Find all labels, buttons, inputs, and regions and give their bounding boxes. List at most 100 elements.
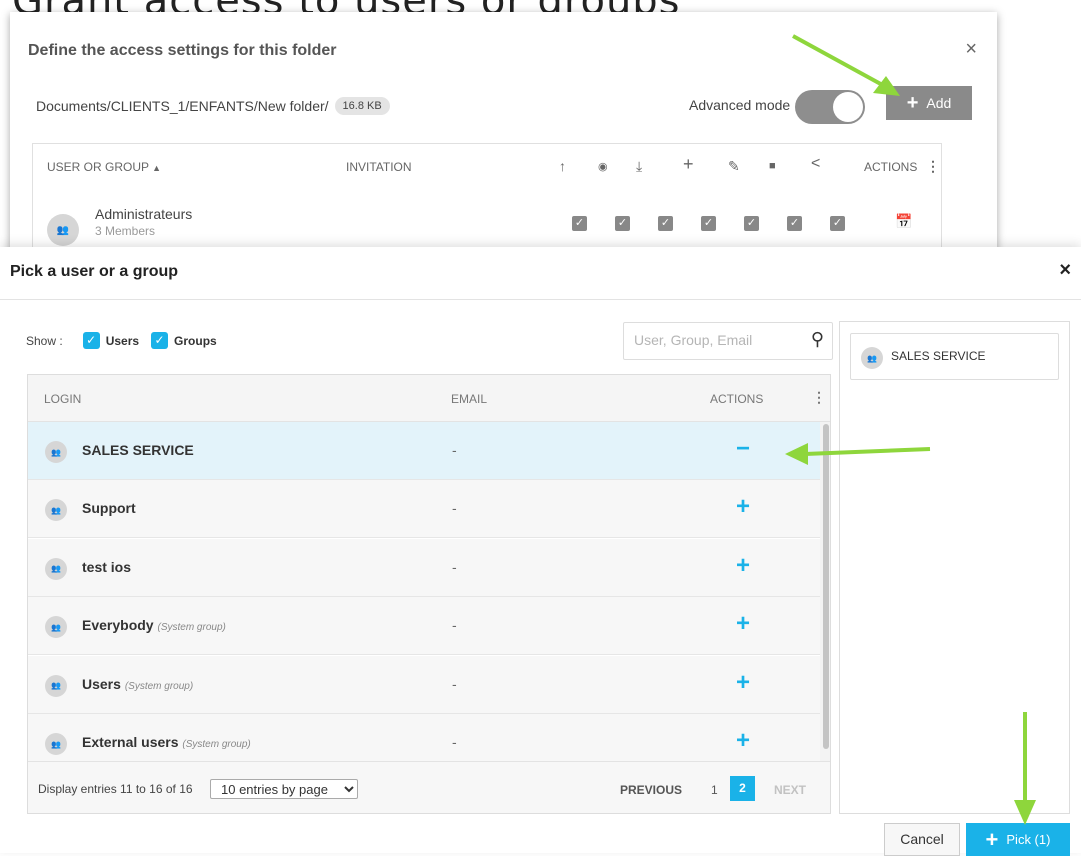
group-icon: 👥 [861, 347, 883, 369]
row-email: - [452, 675, 457, 692]
row-name-label: External users [82, 734, 179, 750]
pick-button[interactable]: + Pick (1) [966, 823, 1070, 856]
toggle-knob [833, 92, 863, 122]
calendar-icon[interactable]: 📅 [895, 213, 912, 230]
plus-icon: + [985, 826, 999, 852]
column-header-user-or-group[interactable]: USER OR GROUP ▲ [47, 160, 161, 174]
groups-checkbox[interactable]: ✓ [151, 332, 169, 349]
group-icon: 👥 [45, 674, 67, 697]
folder-path: Documents/CLIENTS_1/ENFANTS/New folder/ [36, 98, 329, 114]
column-header-actions: ACTIONS [710, 392, 764, 406]
users-filter-label: Users [105, 333, 140, 348]
row-email: - [452, 617, 457, 634]
group-name: Administrateurs [95, 206, 193, 222]
row-email: - [452, 442, 457, 458]
selected-item-label: SALES SERVICE [891, 349, 986, 363]
table-row[interactable]: 👥 SALES SERVICE - − [28, 422, 820, 480]
row-name: test ios [82, 559, 131, 575]
permission-checkbox[interactable]: ✓ [658, 216, 673, 231]
permission-checkbox[interactable]: ✓ [615, 216, 630, 231]
permission-checkbox[interactable]: ✓ [787, 216, 802, 231]
add-button[interactable]: + [734, 726, 752, 756]
column-header-actions: ACTIONS [864, 160, 918, 174]
close-icon[interactable]: × [1059, 259, 1071, 282]
group-icon: 👥 [45, 499, 67, 522]
cancel-button[interactable]: Cancel [884, 823, 960, 856]
group-icon: 👥 [45, 616, 67, 639]
permission-checkbox[interactable]: ✓ [572, 216, 587, 231]
add-button[interactable]: + [734, 551, 752, 581]
entries-info: Display entries 11 to 16 of 16 [38, 782, 193, 796]
advanced-mode-toggle[interactable] [795, 90, 865, 124]
row-name: Support [82, 500, 136, 516]
dialog-title: Pick a user or a group [10, 263, 179, 280]
permission-checkbox[interactable]: ✓ [830, 216, 845, 231]
groups-filter-label: Groups [174, 333, 217, 348]
group-icon: 👥 [45, 557, 67, 580]
row-name-label: Support [82, 500, 136, 517]
size-badge: 16.8 KB [334, 97, 390, 115]
add-button[interactable]: + [734, 609, 752, 639]
row-name-label: Everybody [82, 617, 154, 634]
row-name-label: test ios [82, 558, 132, 575]
column-header-login[interactable]: LOGIN [44, 392, 81, 406]
dialog-header: Pick a user or a group × [0, 247, 1081, 300]
row-tag: (System group) [157, 622, 226, 634]
row-email: - [452, 734, 457, 750]
permission-checkbox[interactable]: ✓ [744, 216, 759, 231]
page-2-button[interactable]: 2 [730, 776, 755, 801]
add-button-label: Add [926, 95, 952, 111]
table-header: LOGIN EMAIL ACTIONS ⋮ [28, 375, 830, 422]
edit-icon: ✎ [728, 158, 740, 174]
advanced-mode-label: Advanced mode [689, 97, 791, 113]
group-icon: 👥 [45, 733, 67, 755]
add-button[interactable]: + [734, 492, 752, 522]
scrollbar[interactable] [820, 422, 830, 762]
users-checkbox[interactable]: ✓ [82, 332, 100, 349]
permission-checkbox[interactable]: ✓ [701, 216, 716, 231]
search-box: ⚲ [623, 322, 833, 360]
view-icon: ◉ [598, 161, 608, 173]
row-name: SALES SERVICE [82, 442, 194, 458]
table-row[interactable]: 👥 Support - + [28, 480, 820, 539]
add-button[interactable]: + Add [886, 86, 972, 120]
share-icon: < [811, 155, 821, 172]
previous-button[interactable]: PREVIOUS [620, 783, 682, 797]
remove-button[interactable]: − [734, 434, 752, 464]
scrollbar-thumb[interactable] [823, 424, 829, 749]
search-icon[interactable]: ⚲ [811, 329, 824, 350]
next-button[interactable]: NEXT [774, 783, 806, 797]
column-label: USER OR GROUP [47, 160, 149, 174]
more-options-icon[interactable]: ⋮ [812, 389, 826, 406]
download-icon: ⤓ [636, 158, 643, 174]
show-label: Show : [26, 333, 63, 348]
page-size-select[interactable]: 10 entries by page [210, 779, 358, 799]
close-icon[interactable]: × [965, 38, 977, 61]
row-name: Everybody (System group) [82, 617, 226, 633]
group-icon: 👥 [45, 441, 67, 463]
column-header-email[interactable]: EMAIL [451, 392, 487, 406]
pick-button-label: Pick (1) [1006, 832, 1051, 847]
row-name: External users (System group) [82, 734, 251, 750]
row-tag: (System group) [124, 680, 194, 692]
selected-item[interactable]: 👥 SALES SERVICE [850, 333, 1059, 380]
add-button[interactable]: + [734, 668, 752, 698]
selected-panel: 👥 SALES SERVICE [839, 321, 1070, 814]
table-footer: Display entries 11 to 16 of 16 10 entrie… [28, 761, 830, 813]
search-input[interactable] [634, 332, 794, 348]
page-1-button[interactable]: 1 [711, 783, 718, 797]
delete-icon: ■ [769, 160, 776, 172]
more-options-icon[interactable]: ⋮ [926, 158, 940, 175]
table-row[interactable]: 👥 Everybody (System group) - + [28, 597, 820, 656]
table-row[interactable]: 👥 test ios - + [28, 538, 820, 597]
column-header-invitation: INVITATION [346, 160, 412, 174]
breadcrumb: Documents/CLIENTS_1/ENFANTS/New folder/ … [36, 97, 390, 115]
row-tag: (System group) [182, 739, 251, 750]
group-members: 3 Members [95, 224, 156, 238]
table-row[interactable]: 👥 Users (System group) - + [28, 655, 820, 714]
dialog-title: Define the access settings for this fold… [28, 42, 337, 59]
plus-icon: + [906, 91, 919, 114]
sort-up-icon: ▲ [152, 163, 162, 173]
row-name-label: SALES SERVICE [82, 442, 194, 458]
pick-user-dialog: Pick a user or a group × Show : ✓ Users … [0, 247, 1081, 856]
